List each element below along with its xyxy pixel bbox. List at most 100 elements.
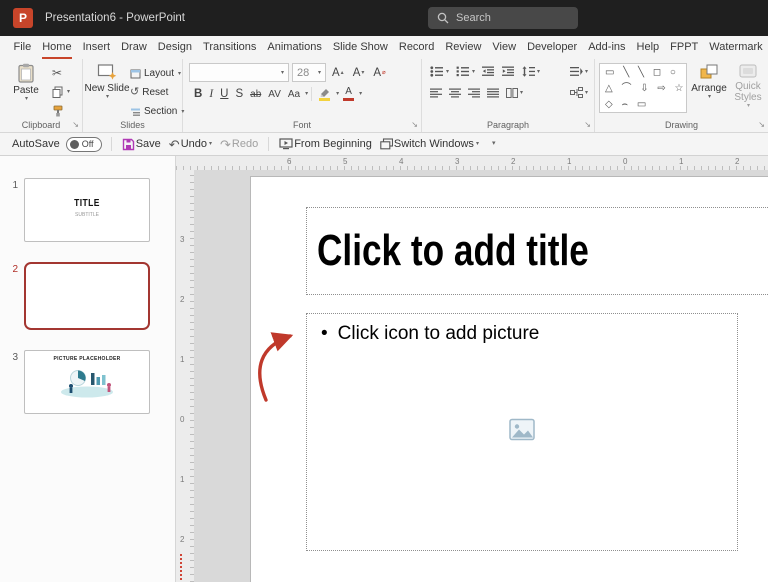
font-size-combo[interactable]: 28 ▾ bbox=[292, 63, 326, 82]
align-left-button[interactable] bbox=[429, 87, 443, 99]
thumbnail-slide-1[interactable]: TITLE SUBTITLE bbox=[24, 178, 150, 242]
autosave-toggle[interactable]: Off bbox=[66, 137, 102, 152]
chevron-down-icon: ▾ bbox=[106, 94, 109, 100]
text-direction-icon bbox=[570, 66, 583, 77]
title-placeholder[interactable]: Click to add title bbox=[306, 207, 768, 295]
switch-windows-button[interactable]: Switch Windows ▾ bbox=[379, 137, 480, 151]
clear-formatting-button[interactable]: A⌀ bbox=[370, 66, 388, 80]
highlighter-icon bbox=[318, 88, 331, 97]
tab-insert[interactable]: Insert bbox=[77, 36, 116, 59]
bold-button[interactable]: B bbox=[191, 87, 205, 101]
tab-transitions[interactable]: Transitions bbox=[198, 36, 262, 59]
tab-animations[interactable]: Animations bbox=[262, 36, 327, 59]
autosave-label: AutoSave bbox=[12, 138, 60, 150]
arrange-button[interactable]: Arrange ▾ bbox=[689, 63, 729, 100]
chevron-down-icon: ▾ bbox=[476, 141, 479, 147]
tab-developer[interactable]: Developer bbox=[522, 36, 583, 59]
format-painter-button[interactable] bbox=[50, 102, 72, 119]
ribbon-group-drawing: ▭ ╲ ╲ ◻ ○ △ ⌒ ⇩ ⇨ ☆ ◇ ⌢ ▭ ▴ ▾ ≡ Arrange … bbox=[595, 59, 768, 132]
tab-home[interactable]: Home bbox=[37, 36, 77, 59]
picture-content-placeholder[interactable]: • Click icon to add picture bbox=[306, 313, 738, 551]
cut-button[interactable]: ✂ bbox=[50, 64, 72, 81]
undo-button[interactable]: ↶ Undo ▾ bbox=[168, 137, 213, 152]
thumbnail-row-3: 3 PICTURE PLACEHOLDER bbox=[0, 350, 175, 414]
text-shadow-button[interactable]: S bbox=[232, 87, 246, 101]
highlight-color-button[interactable] bbox=[315, 87, 334, 102]
redo-icon: ↷ bbox=[220, 138, 231, 151]
text-direction-button[interactable]: ▾ bbox=[569, 65, 589, 78]
columns-button[interactable]: ▾ bbox=[505, 87, 524, 99]
numbering-button[interactable]: ▾ bbox=[455, 65, 476, 78]
chevron-down-icon: ▾ bbox=[359, 91, 362, 97]
italic-button[interactable]: I bbox=[206, 87, 216, 101]
font-dialog-launcher-icon[interactable]: ↘ bbox=[411, 121, 418, 129]
tab-fppt[interactable]: FPPT bbox=[665, 36, 704, 59]
underline-button[interactable]: U bbox=[217, 87, 231, 101]
slide-editing-surface[interactable]: Click to add title • Click icon to add p… bbox=[250, 176, 768, 582]
justify-icon bbox=[487, 88, 499, 98]
ribbon-group-paragraph: ▾ ▾ bbox=[422, 59, 595, 132]
clipboard-icon bbox=[17, 63, 35, 83]
search-input[interactable]: Search bbox=[428, 7, 578, 29]
increase-indent-button[interactable] bbox=[501, 65, 516, 78]
font-color-button[interactable]: A bbox=[340, 86, 357, 102]
thumbnail-row-2: 2 bbox=[0, 262, 175, 330]
thumbnail-slide-3[interactable]: PICTURE PLACEHOLDER bbox=[24, 350, 150, 414]
copy-button[interactable]: ▾ bbox=[50, 83, 72, 100]
decrease-indent-button[interactable] bbox=[481, 65, 496, 78]
bullets-button[interactable]: ▾ bbox=[429, 65, 450, 78]
powerpoint-app-icon[interactable]: P bbox=[13, 8, 33, 28]
insert-picture-icon[interactable] bbox=[509, 419, 535, 446]
shapes-gallery[interactable]: ▭ ╲ ╲ ◻ ○ △ ⌒ ⇩ ⇨ ☆ ◇ ⌢ ▭ ▴ ▾ ≡ bbox=[599, 63, 687, 113]
tab-watermark[interactable]: Watermark bbox=[704, 36, 768, 59]
tab-record[interactable]: Record bbox=[393, 36, 439, 59]
align-right-button[interactable] bbox=[467, 87, 481, 99]
tab-review[interactable]: Review bbox=[440, 36, 487, 59]
redo-button[interactable]: ↷ Redo bbox=[219, 137, 259, 152]
ribbon-tab-bar: File Home Insert Draw Design Transitions… bbox=[0, 36, 768, 59]
line-spacing-button[interactable]: ▾ bbox=[521, 65, 541, 78]
increase-font-size-button[interactable]: A▴ bbox=[329, 66, 347, 80]
tab-design[interactable]: Design bbox=[152, 36, 197, 59]
align-center-button[interactable] bbox=[448, 87, 462, 99]
paste-button[interactable]: Paste ▾ bbox=[3, 63, 49, 102]
justify-button[interactable] bbox=[486, 87, 500, 99]
canvas-area: 6 5 4 3 2 1 0 1 2 3 2 1 0 1 2 bbox=[176, 156, 768, 582]
reset-button[interactable]: ↺ Reset bbox=[128, 84, 186, 101]
character-spacing-button[interactable]: AV bbox=[265, 88, 284, 101]
format-painter-icon bbox=[52, 105, 64, 117]
tab-file[interactable]: File bbox=[8, 36, 37, 59]
change-case-button[interactable]: Aa bbox=[285, 88, 303, 101]
quick-styles-button[interactable]: Quick Styles ▾ bbox=[729, 63, 767, 109]
font-name-combo[interactable]: ▾ bbox=[189, 63, 289, 82]
tab-help[interactable]: Help bbox=[631, 36, 665, 59]
arrange-icon bbox=[699, 63, 719, 81]
columns-icon bbox=[506, 88, 518, 98]
paragraph-dialog-launcher-icon[interactable]: ↘ bbox=[584, 121, 591, 129]
switch-windows-icon bbox=[380, 138, 393, 150]
tab-draw[interactable]: Draw bbox=[116, 36, 153, 59]
thumbnail-slide-2-selected[interactable] bbox=[24, 262, 150, 330]
reset-icon: ↺ bbox=[130, 87, 139, 98]
drawing-dialog-launcher-icon[interactable]: ↘ bbox=[758, 121, 765, 129]
clipboard-dialog-launcher-icon[interactable]: ↘ bbox=[72, 121, 79, 129]
strikethrough-button[interactable]: ab bbox=[247, 88, 264, 101]
chevron-down-icon: ▾ bbox=[472, 69, 475, 75]
tab-slide-show[interactable]: Slide Show bbox=[327, 36, 393, 59]
tab-view[interactable]: View bbox=[487, 36, 522, 59]
customize-toolbar-icon[interactable]: ▾ bbox=[492, 141, 496, 147]
tab-add-ins[interactable]: Add-ins bbox=[583, 36, 631, 59]
from-beginning-button[interactable]: From Beginning bbox=[278, 137, 373, 151]
indent-icon bbox=[502, 66, 515, 77]
chevron-down-icon: ▾ bbox=[281, 70, 284, 76]
section-button[interactable]: Section ▾ bbox=[128, 103, 186, 120]
chevron-down-icon: ▾ bbox=[336, 91, 339, 97]
layout-button[interactable]: Layout ▾ bbox=[128, 65, 186, 82]
decrease-font-size-button[interactable]: A▾ bbox=[350, 66, 368, 80]
new-slide-button[interactable]: New Slide ▾ bbox=[84, 63, 130, 100]
workspace: 1 TITLE SUBTITLE 2 3 PICTURE PLACEHOLDER bbox=[0, 156, 768, 582]
convert-to-smartart-button[interactable]: ▾ bbox=[569, 86, 589, 99]
chevron-down-icon: ▾ bbox=[585, 69, 588, 75]
smartart-icon bbox=[570, 87, 583, 98]
save-button[interactable]: Save bbox=[121, 137, 162, 152]
